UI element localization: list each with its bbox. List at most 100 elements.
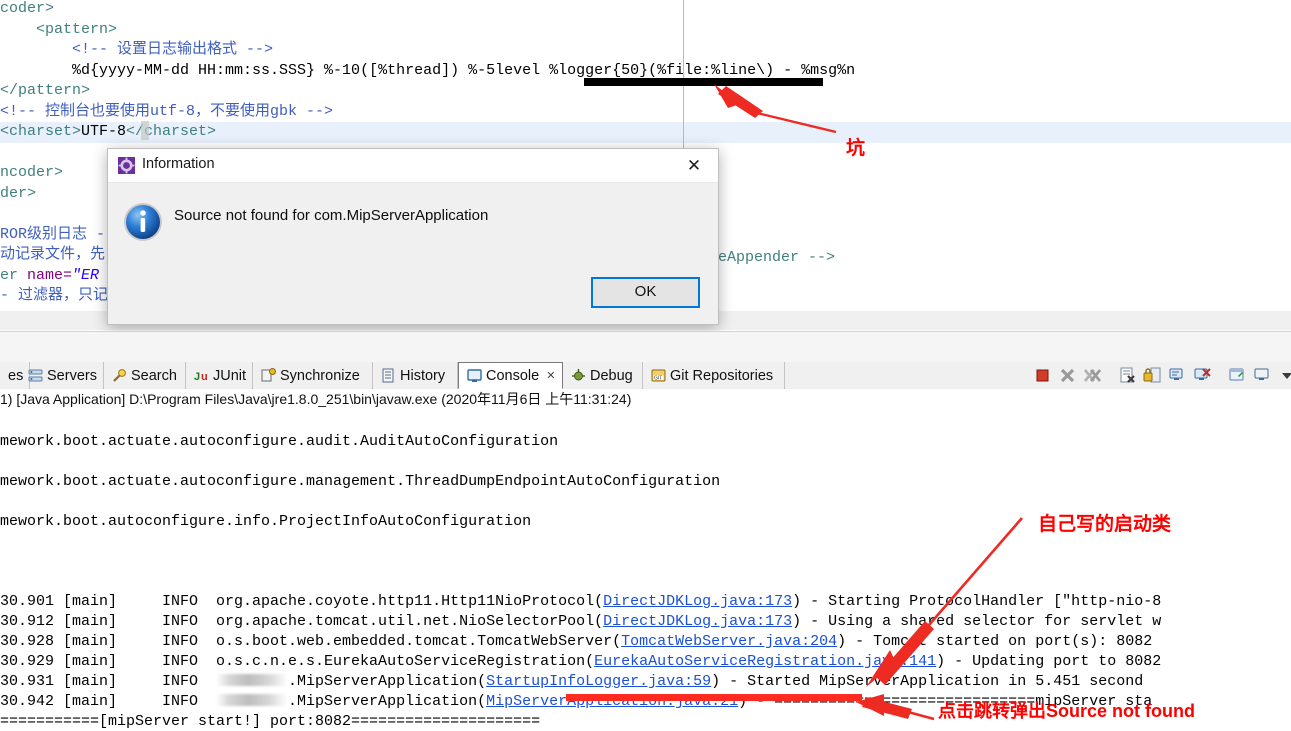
debug-icon (571, 368, 586, 383)
code-token: name= (27, 266, 73, 284)
show-console-on-output-icon[interactable] (1167, 365, 1188, 386)
view-tab-debug[interactable]: Debug (563, 362, 643, 389)
history-icon (381, 368, 396, 383)
console-line[interactable]: 30.928 [main] INFO o.s.boot.web.embedded… (0, 632, 1291, 652)
view-tab-label: Git Repositories (670, 367, 774, 384)
remove-launch-icon[interactable] (1057, 365, 1078, 386)
console-link[interactable]: DirectJDKLog.java:173 (603, 593, 792, 610)
console-text: .MipServerApplication( (288, 693, 487, 710)
console-text: 30.942 [main] INFO (0, 693, 217, 710)
code-line[interactable]: coder> (0, 0, 1291, 20)
console-line[interactable]: mework.boot.actuate.autoconfigure.audit.… (0, 432, 1291, 452)
view-tab-label: History (400, 367, 446, 384)
console-link[interactable]: StartupInfoLogger.java:59 (486, 673, 711, 690)
console-text: ) - Updating port to 8082 (936, 653, 1162, 670)
console-text: ) - Using a shared selector for servlet … (792, 613, 1162, 630)
code-token: ncoder> (0, 164, 64, 181)
console-line[interactable]: 30.901 [main] INFO org.apache.coyote.htt… (0, 592, 1291, 612)
pin-console-icon[interactable] (1227, 365, 1248, 386)
code-token: "ER (72, 266, 100, 284)
console-text: 30.901 [main] INFO org.apache.coyote.htt… (0, 593, 604, 610)
redaction-bar (584, 78, 823, 86)
view-tab-label: Debug (590, 367, 633, 384)
view-tab-servers[interactable]: Servers (20, 362, 104, 389)
code-line[interactable]: <charset>UTF-8</charset> (0, 122, 1291, 143)
code-token: ROR级别日志 - (0, 225, 106, 243)
console-text: ) - Starting ProtocolHandler ["http-nio-… (792, 593, 1162, 610)
console-text: ) - Tomcat started on port(s): 8082 (837, 633, 1162, 650)
remove-all-launches-icon[interactable] (1082, 365, 1103, 386)
view-tab-label: JUnit (213, 367, 247, 384)
view-tab-label: Servers (47, 367, 97, 384)
annotation-own-class: 自己写的启动类 (1038, 514, 1172, 535)
console-text: mework.boot.autoconfigure.info.ProjectIn… (0, 513, 532, 530)
console-text: 30.912 [main] INFO org.apache.tomcat.uti… (0, 613, 604, 630)
view-tab-junit[interactable]: Ju JUnit (186, 362, 253, 389)
console-view[interactable]: 1) [Java Application] D:\Program Files\J… (0, 389, 1291, 731)
display-selected-console-icon[interactable] (1252, 365, 1273, 386)
search-icon (112, 368, 127, 383)
console-text: 30.931 [main] INFO (0, 673, 217, 690)
console-text: 30.929 [main] INFO o.s.c.n.e.s.EurekaAut… (0, 653, 595, 670)
show-console-on-error-icon[interactable] (1192, 365, 1213, 386)
view-tab-search[interactable]: Search (104, 362, 186, 389)
servers-icon (28, 368, 43, 383)
code-line[interactable]: <!-- 控制台也要使用utf-8，不要使用gbk --> (0, 102, 1291, 123)
dialog-title: Information (142, 156, 215, 172)
red-underline-mark (566, 694, 862, 701)
view-area-background (0, 331, 1291, 364)
console-line[interactable]: 30.931 [main] INFO .MipServerApplication… (0, 672, 1291, 692)
view-tab-synchronize[interactable]: Synchronize (253, 362, 373, 389)
view-tab-history[interactable]: History (373, 362, 458, 389)
junit-icon: Ju (194, 368, 209, 383)
console-line[interactable]: 30.929 [main] INFO o.s.c.n.e.s.EurekaAut… (0, 652, 1291, 672)
code-token: UTF-8 (81, 123, 127, 140)
view-tab-git-repositories[interactable]: GIT Git Repositories (643, 362, 785, 389)
svg-text:u: u (201, 371, 208, 383)
information-dialog[interactable]: Information ✕ Source not found for com.M… (107, 148, 719, 325)
console-link[interactable]: TomcatWebServer.java:204 (621, 633, 837, 650)
code-token: <!-- 设置日志输出格式 --> (72, 41, 274, 58)
info-icon (122, 201, 164, 243)
redacted-package-name (216, 694, 289, 706)
console-link[interactable]: DirectJDKLog.java:173 (603, 613, 792, 630)
console-launch-header: 1) [Java Application] D:\Program Files\J… (0, 391, 632, 407)
redacted-package-name (216, 674, 289, 686)
clear-console-icon[interactable] (1117, 365, 1138, 386)
code-token: der> (0, 184, 37, 202)
scroll-lock-icon[interactable] (1142, 365, 1163, 386)
console-text: mework.boot.actuate.autoconfigure.manage… (0, 473, 721, 490)
code-token: coder> (0, 0, 55, 17)
code-line[interactable]: <!-- 设置日志输出格式 --> (0, 40, 1291, 61)
console-line[interactable]: 30.912 [main] INFO org.apache.tomcat.uti… (0, 612, 1291, 632)
synchronize-icon (261, 368, 276, 383)
console-dropdown-icon[interactable] (1277, 365, 1291, 386)
console-line[interactable]: mework.boot.actuate.autoconfigure.manage… (0, 472, 1291, 492)
terminate-icon[interactable] (1032, 365, 1053, 386)
tab-close-icon[interactable]: ✕ (546, 369, 555, 382)
console-text: ) - Started MipServerApplication in 5.45… (711, 673, 1144, 690)
console-text: .MipServerApplication( (288, 673, 487, 690)
code-token: <pattern> (36, 20, 118, 38)
annotation-source-not-found: 点击跳转弹出Source not found (938, 701, 1195, 721)
code-token: <!-- 控制台也要使用utf-8，不要使用gbk --> (0, 102, 334, 120)
console-text: mework.boot.actuate.autoconfigure.audit.… (0, 433, 559, 450)
ok-button[interactable]: OK (591, 277, 700, 308)
code-token: 动记录文件，先 (0, 246, 106, 263)
view-tab-label: Console (486, 367, 540, 384)
dialog-message: Source not found for com.MipServerApplic… (174, 207, 489, 224)
view-tab-label: Search (131, 367, 177, 384)
view-tab-console[interactable]: Console ✕ (458, 362, 563, 389)
code-token: </charset> (126, 123, 217, 140)
eclipse-information-icon (118, 157, 135, 174)
annotation-pit: 坑 (846, 138, 866, 159)
dialog-titlebar[interactable]: Information ✕ (108, 149, 718, 183)
close-icon[interactable]: ✕ (678, 153, 710, 178)
view-toolbar[interactable] (1030, 362, 1291, 388)
text-caret (141, 121, 149, 140)
console-link[interactable]: EurekaAutoServiceRegistration.java:141 (594, 653, 936, 670)
code-fragment: ileAppender --> (700, 249, 836, 266)
code-line[interactable]: <pattern> (0, 20, 1291, 41)
